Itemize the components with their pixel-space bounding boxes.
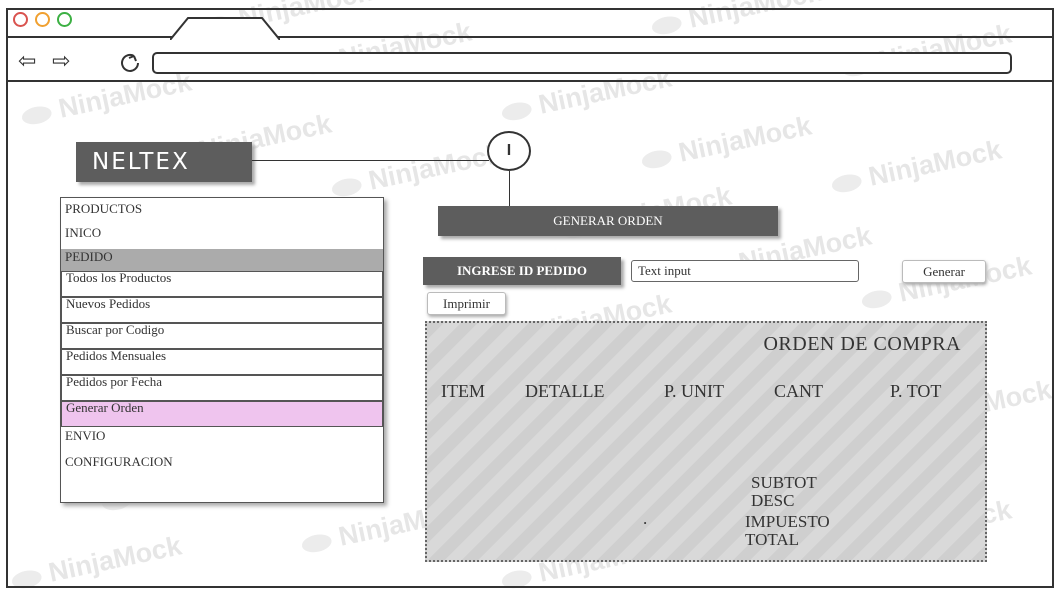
back-arrow-icon[interactable]: ⇦ xyxy=(18,50,36,74)
submenu-item-nuevos-pedidos[interactable]: Nuevos Pedidos xyxy=(61,297,383,323)
impuesto-label: IMPUESTO xyxy=(745,512,830,531)
menu-item-pedido[interactable]: PEDIDO xyxy=(61,249,383,271)
menu-item-inicio[interactable]: INICO xyxy=(65,225,101,241)
submenu-item-todos-los-productos[interactable]: Todos los Productos xyxy=(61,271,383,297)
neltex-logo: NELTEX xyxy=(76,142,252,182)
submenu-item-pedidos-mensuales[interactable]: Pedidos Mensuales xyxy=(61,349,383,375)
minimize-window-button[interactable] xyxy=(35,12,50,27)
generar-button[interactable]: Generar xyxy=(902,260,986,283)
close-window-button[interactable] xyxy=(13,12,28,27)
column-header-detalle: DETALLE xyxy=(525,381,605,401)
ingrese-id-pedido-label: INGRESE ID PEDIDO xyxy=(423,257,621,285)
dot-mark: . xyxy=(643,509,648,528)
url-bar[interactable] xyxy=(152,52,1012,74)
generar-orden-header: GENERAR ORDEN xyxy=(438,206,778,236)
sidebar-menu: PRODUCTOS INICO PEDIDO Todos los Product… xyxy=(60,197,384,503)
subtot-label: SUBTOT xyxy=(751,473,817,492)
menu-item-productos[interactable]: PRODUCTOS xyxy=(65,201,142,217)
submenu-item-generar-orden[interactable]: Generar Orden xyxy=(61,401,383,427)
reload-icon[interactable] xyxy=(118,52,142,74)
imprimir-button[interactable]: Imprimir xyxy=(427,292,506,315)
column-header-cant: CANT xyxy=(774,381,823,401)
connector-line xyxy=(509,171,510,206)
pedido-id-input[interactable] xyxy=(631,260,859,282)
submenu-item-pedidos-por-fecha[interactable]: Pedidos por Fecha xyxy=(61,375,383,401)
column-header-p-tot: P. TOT xyxy=(890,381,942,401)
menu-item-configuracion[interactable]: CONFIGURACION xyxy=(65,454,173,470)
connector-line xyxy=(252,160,489,161)
orden-de-compra-panel: ORDEN DE COMPRA ITEM DETALLE P. UNIT CAN… xyxy=(425,321,987,562)
forward-arrow-icon[interactable]: ⇨ xyxy=(52,50,70,74)
menu-item-envio[interactable]: ENVIO xyxy=(65,428,105,444)
browser-tab[interactable] xyxy=(170,17,280,40)
total-label: TOTAL xyxy=(745,530,800,549)
column-header-item: ITEM xyxy=(441,381,485,401)
submenu-item-buscar-por-codigo[interactable]: Buscar por Codigo xyxy=(61,323,383,349)
step-marker: I xyxy=(487,131,531,171)
title-bar xyxy=(6,8,1054,38)
desc-label: DESC xyxy=(751,491,795,510)
maximize-window-button[interactable] xyxy=(57,12,72,27)
column-header-p-unit: P. UNIT xyxy=(664,381,725,401)
orden-title: ORDEN DE COMPRA xyxy=(763,333,961,355)
